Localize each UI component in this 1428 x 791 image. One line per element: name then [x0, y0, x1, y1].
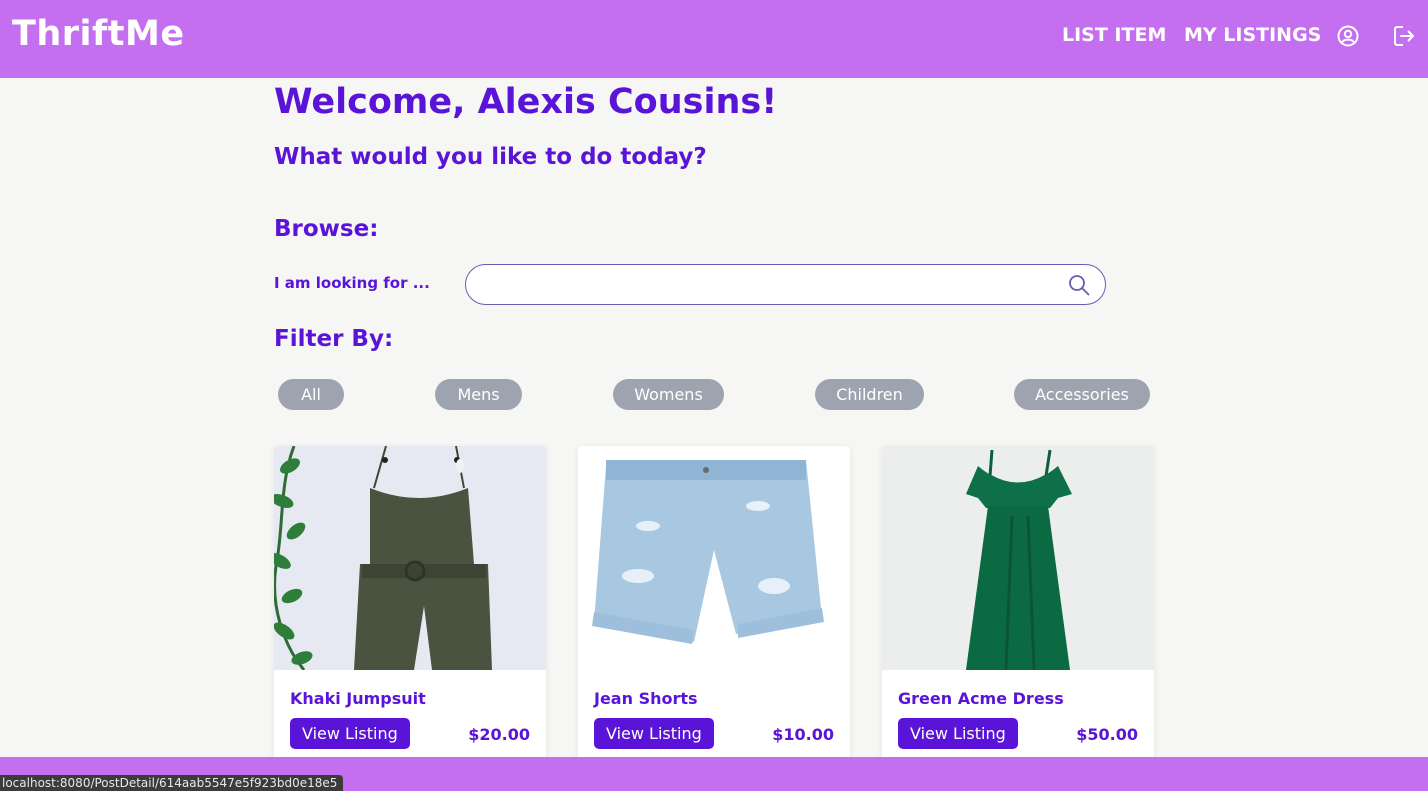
view-listing-button[interactable]: View Listing — [594, 718, 714, 749]
listing-image-dress[interactable] — [882, 446, 1154, 670]
view-listing-button[interactable]: View Listing — [290, 718, 410, 749]
search-label: I am looking for ... — [274, 274, 430, 292]
welcome-heading: Welcome, Alexis Cousins! — [274, 82, 778, 122]
filter-accessories-button[interactable]: Accessories — [1014, 379, 1150, 410]
nav-list-item-link[interactable]: LIST ITEM — [1062, 24, 1166, 46]
listing-title[interactable]: Khaki Jumpsuit — [290, 689, 426, 708]
status-bar-url: localhost:8080/PostDetail/614aab5547e5f9… — [0, 775, 344, 791]
listing-card[interactable]: Khaki Jumpsuit View Listing $20.00 — [274, 446, 546, 766]
filter-womens-button[interactable]: Womens — [613, 379, 724, 410]
welcome-subtitle: What would you like to do today? — [274, 144, 707, 170]
user-circle-icon[interactable] — [1337, 25, 1359, 47]
listing-card[interactable]: Jean Shorts View Listing $10.00 — [578, 446, 850, 766]
listing-image-shorts[interactable] — [578, 446, 850, 670]
listing-title[interactable]: Jean Shorts — [594, 689, 698, 708]
search-icon[interactable] — [1068, 274, 1090, 296]
logout-icon[interactable] — [1393, 25, 1415, 47]
top-navbar: ThriftMe LIST ITEM MY LISTINGS — [0, 0, 1428, 78]
listing-title[interactable]: Green Acme Dress — [898, 689, 1064, 708]
listing-price: $10.00 — [772, 725, 834, 744]
listing-image-jumpsuit[interactable] — [274, 446, 546, 670]
listing-price: $50.00 — [1076, 725, 1138, 744]
listing-price: $20.00 — [468, 725, 530, 744]
nav-my-listings-link[interactable]: MY LISTINGS — [1184, 24, 1321, 46]
filter-all-button[interactable]: All — [278, 379, 344, 410]
filter-heading: Filter By: — [274, 326, 394, 352]
view-listing-button[interactable]: View Listing — [898, 718, 1018, 749]
search-box[interactable] — [465, 264, 1106, 305]
browse-heading: Browse: — [274, 216, 379, 242]
search-input[interactable] — [482, 273, 1062, 297]
listing-card[interactable]: Green Acme Dress View Listing $50.00 — [882, 446, 1154, 766]
filter-children-button[interactable]: Children — [815, 379, 924, 410]
filter-mens-button[interactable]: Mens — [435, 379, 522, 410]
app-logo[interactable]: ThriftMe — [12, 14, 185, 54]
